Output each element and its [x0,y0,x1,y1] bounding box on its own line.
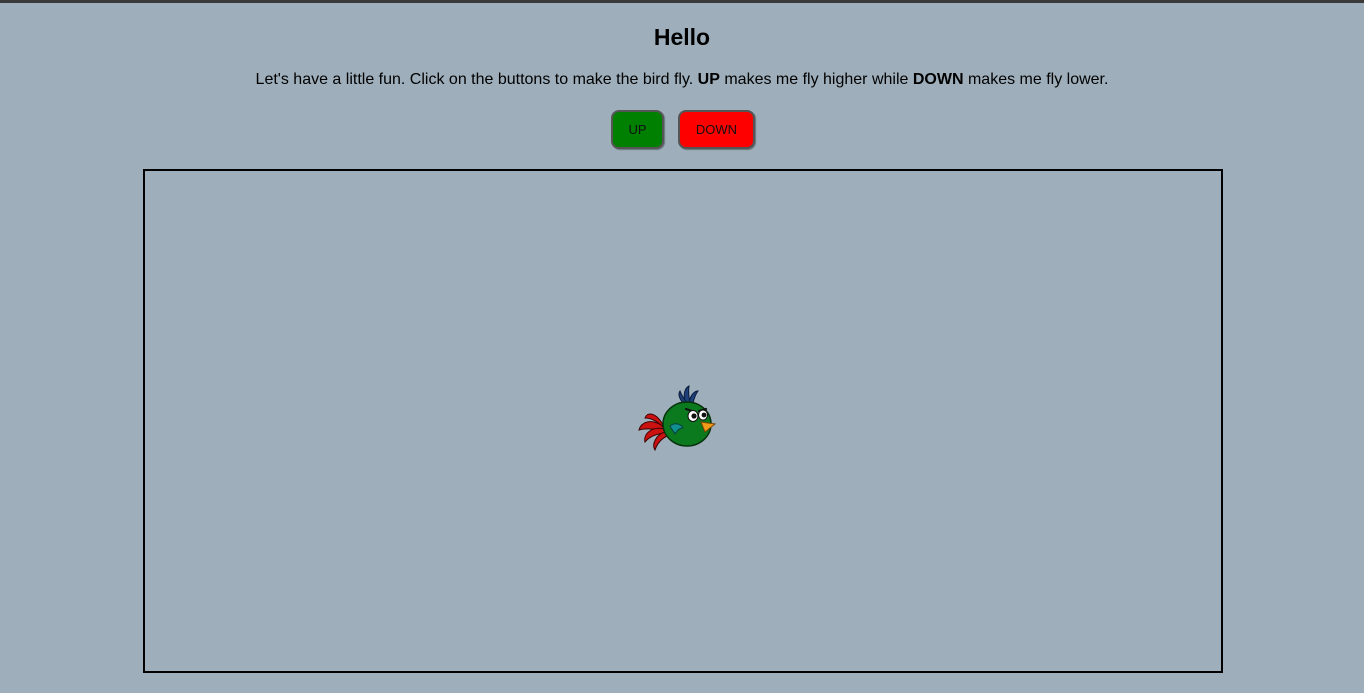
bird-icon [638,385,717,452]
control-buttons: UP DOWN [0,110,1364,150]
down-button[interactable]: DOWN [678,110,755,149]
up-button[interactable]: UP [611,110,664,149]
bird-crest [678,385,700,404]
intro-part-1: Let's have a little fun. Click on the bu… [255,71,698,88]
intro-part-3: makes me fly lower. [963,71,1109,88]
flight-stage [143,169,1223,673]
window-top-border [0,0,1364,3]
intro-text: Let's have a little fun. Click on the bu… [0,70,1364,90]
page-title: Hello [653,24,711,50]
intro-up-word: UP [697,71,720,88]
intro-part-2: makes me fly higher while [719,71,913,88]
intro-down-word: DOWN [912,71,964,88]
